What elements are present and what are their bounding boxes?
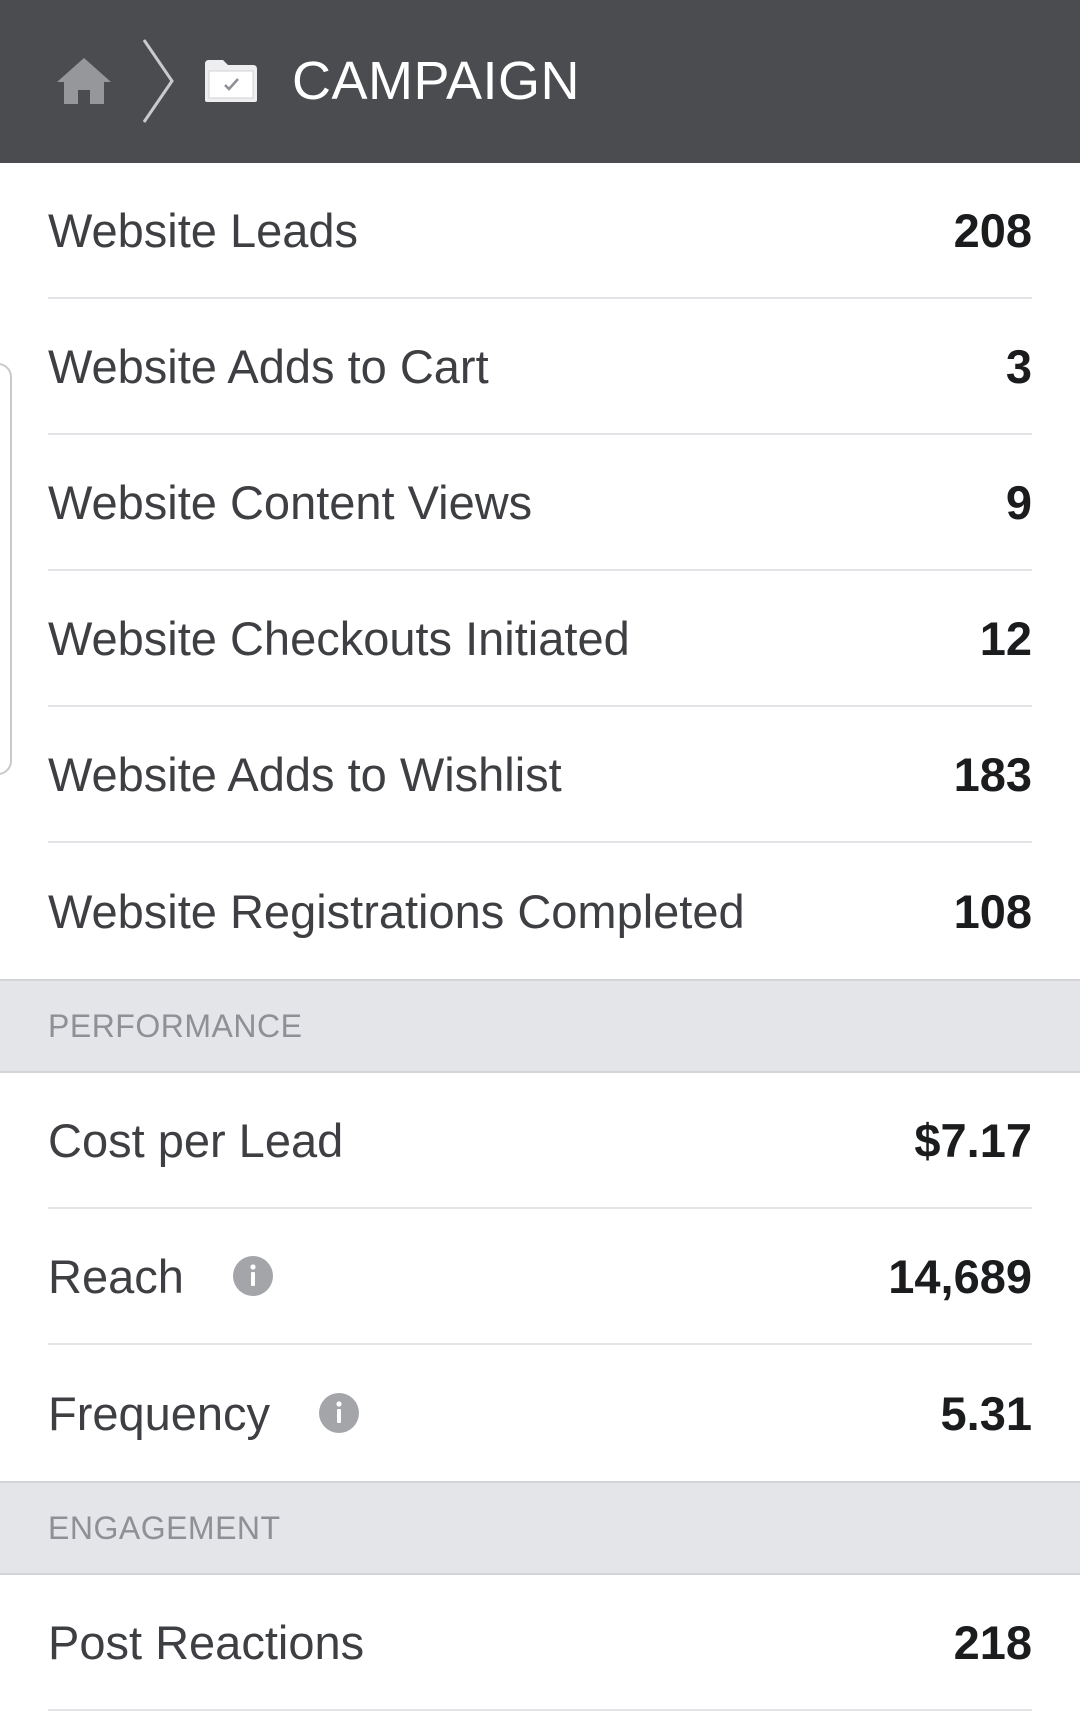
metric-label-group: Reach xyxy=(48,1249,274,1304)
metric-value: 208 xyxy=(953,203,1032,257)
metric-row-website-content-views[interactable]: Website Content Views 9 xyxy=(48,435,1032,571)
metric-value: 108 xyxy=(953,884,1032,938)
metric-value: $7.17 xyxy=(914,1113,1032,1167)
section-header-engagement: ENGAGEMENT xyxy=(0,1481,1080,1575)
metric-row-website-adds-to-wishlist[interactable]: Website Adds to Wishlist 183 xyxy=(48,707,1032,843)
metric-row-post-reactions[interactable]: Post Reactions 218 xyxy=(48,1575,1032,1711)
section-label: ENGAGEMENT xyxy=(48,1509,281,1546)
metric-row-reach[interactable]: Reach 14,689 xyxy=(48,1209,1032,1345)
metric-label: Frequency xyxy=(48,1386,271,1440)
folder-check-icon[interactable] xyxy=(203,58,259,104)
metric-label: Post Reactions xyxy=(48,1615,365,1669)
metric-label: Website Checkouts Initiated xyxy=(48,611,630,665)
metric-value: 3 xyxy=(1005,339,1032,393)
home-icon[interactable] xyxy=(55,56,113,106)
metric-row-website-adds-to-cart[interactable]: Website Adds to Cart 3 xyxy=(48,299,1032,435)
metric-row-website-registrations-completed[interactable]: Website Registrations Completed 108 xyxy=(48,843,1032,979)
section-label: PERFORMANCE xyxy=(48,1007,303,1044)
metric-row-website-checkouts-initiated[interactable]: Website Checkouts Initiated 12 xyxy=(48,571,1032,707)
metric-label: Website Content Views xyxy=(48,475,533,529)
metric-label: Website Adds to Wishlist xyxy=(48,747,562,801)
info-icon[interactable] xyxy=(318,1392,360,1434)
metric-label: Reach xyxy=(48,1249,184,1303)
chevron-right-icon xyxy=(142,39,174,123)
metric-row-frequency[interactable]: Frequency 5.31 xyxy=(48,1345,1032,1481)
top-bar: CAMPAIGN xyxy=(0,0,1080,163)
metric-label-group: Frequency xyxy=(48,1386,360,1441)
metric-label: Website Registrations Completed xyxy=(48,884,745,938)
metric-value: 12 xyxy=(979,611,1032,665)
metric-label: Website Leads xyxy=(48,203,359,257)
side-panel-edge[interactable] xyxy=(0,363,12,775)
metric-value: 183 xyxy=(953,747,1032,801)
metric-value: 5.31 xyxy=(940,1386,1032,1440)
metric-label: Cost per Lead xyxy=(48,1113,344,1167)
metric-row-website-leads[interactable]: Website Leads 208 xyxy=(48,163,1032,299)
metric-value: 14,689 xyxy=(888,1249,1032,1303)
page-title: CAMPAIGN xyxy=(292,51,581,111)
metric-label: Website Adds to Cart xyxy=(48,339,489,393)
metric-value: 9 xyxy=(1005,475,1032,529)
metric-value: 218 xyxy=(953,1615,1032,1669)
metrics-list: Website Leads 208 Website Adds to Cart 3… xyxy=(0,163,1080,1711)
info-icon[interactable] xyxy=(232,1255,274,1297)
metric-row-cost-per-lead[interactable]: Cost per Lead $7.17 xyxy=(48,1073,1032,1209)
section-header-performance: PERFORMANCE xyxy=(0,979,1080,1073)
